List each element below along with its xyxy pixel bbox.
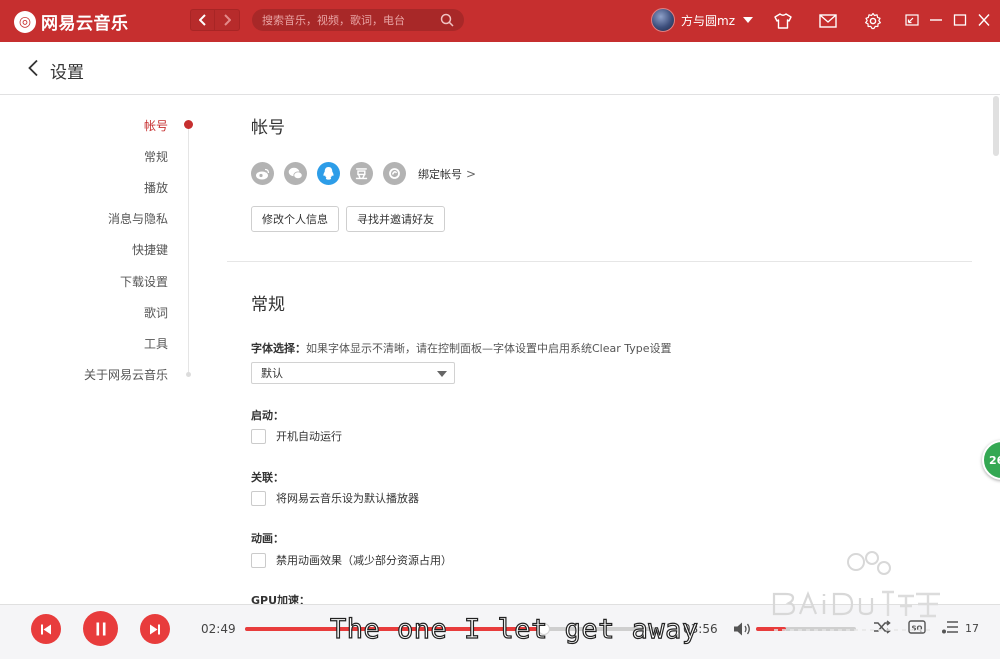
nav-item-download[interactable]: 下载设置 — [120, 273, 168, 290]
user-menu[interactable]: 方与圆mz — [651, 8, 753, 32]
nav-item-about[interactable]: 关于网易云音乐 — [84, 366, 168, 383]
back-arrow-icon[interactable] — [190, 9, 215, 31]
default-player-label[interactable]: 将网易云音乐设为默认播放器 — [276, 490, 419, 506]
pause-icon — [96, 622, 105, 635]
animation-option[interactable]: 禁用动画效果（减少部分资源占用） — [251, 552, 452, 568]
weibo-icon[interactable] — [251, 162, 274, 185]
douban-icon[interactable]: 豆 — [350, 162, 373, 185]
account-section-title: 帐号 — [251, 118, 285, 138]
previous-track-button[interactable] — [31, 614, 61, 644]
avatar[interactable] — [651, 8, 675, 32]
invite-friends-button[interactable]: 寻找并邀请好友 — [346, 206, 445, 232]
edit-profile-button[interactable]: 修改个人信息 — [251, 206, 339, 232]
mail-icon[interactable] — [818, 11, 838, 31]
section-divider — [227, 261, 972, 262]
settings-content: 帐号 常规 播放 消息与隐私 快捷键 下载设置 歌词 工具 关于网易云音乐 帐号… — [0, 96, 1000, 604]
association-option[interactable]: 将网易云音乐设为默认播放器 — [251, 490, 419, 506]
minimize-icon[interactable] — [928, 11, 944, 29]
end-nav-dot — [186, 372, 191, 377]
search-input[interactable] — [262, 13, 440, 27]
baidu-watermark-icon — [764, 548, 944, 642]
bind-accounts-row: 豆 绑定帐号 > — [251, 162, 476, 185]
window-controls — [904, 11, 1000, 29]
nav-item-lyrics[interactable]: 歌词 — [144, 304, 168, 321]
animation-label: 动画： — [251, 532, 284, 545]
disable-animation-checkbox[interactable] — [251, 552, 266, 568]
forward-arrow-icon[interactable] — [215, 9, 240, 31]
nav-divider — [188, 124, 189, 374]
startup-option[interactable]: 开机自动运行 — [251, 428, 342, 444]
yixin-icon[interactable] — [383, 162, 406, 185]
close-icon[interactable] — [976, 11, 992, 29]
skin-icon[interactable] — [773, 11, 793, 31]
gear-icon[interactable] — [863, 11, 883, 31]
title-bar: ◎ 网易云音乐 方与圆mz — [0, 0, 1000, 42]
current-time: 02:49 — [201, 622, 236, 636]
font-label: 字体选择： — [251, 342, 306, 355]
font-select-value: 默认 — [261, 367, 283, 380]
startup-checkbox[interactable] — [251, 428, 266, 444]
nav-item-privacy[interactable]: 消息与隐私 — [108, 210, 168, 227]
search-box — [252, 9, 464, 31]
history-nav — [190, 9, 240, 31]
nav-item-playback[interactable]: 播放 — [144, 179, 168, 196]
username[interactable]: 方与圆mz — [681, 12, 735, 29]
gpu-label: GPU加速： — [251, 594, 311, 604]
chevron-down-icon[interactable] — [743, 17, 753, 23]
account-actions: 修改个人信息 寻找并邀请好友 — [251, 206, 452, 232]
settings-main: 帐号 豆 绑定帐号 > 修改个人信息 寻找并邀请好友 常规 字体选择：如果字体显… — [227, 96, 987, 604]
settings-nav: 帐号 常规 播放 消息与隐私 快捷键 下载设置 歌词 工具 关于网易云音乐 — [0, 96, 200, 604]
nav-item-tools[interactable]: 工具 — [144, 335, 168, 352]
desktop-lyric[interactable]: The one I let get away — [329, 613, 698, 645]
volume-icon[interactable] — [733, 621, 751, 641]
default-player-checkbox[interactable] — [251, 490, 266, 506]
scrollbar[interactable] — [993, 96, 999, 156]
netease-logo-icon: ◎ — [14, 10, 36, 33]
playlist-count[interactable]: 17 — [965, 622, 979, 635]
next-track-button[interactable] — [140, 614, 170, 644]
wechat-icon[interactable] — [284, 162, 307, 185]
startup-label: 启动： — [251, 409, 284, 422]
bind-accounts-link[interactable]: 绑定帐号 — [418, 166, 462, 182]
app-name: 网易云音乐 — [41, 14, 129, 34]
nav-item-general[interactable]: 常规 — [144, 148, 168, 165]
active-nav-dot — [184, 120, 193, 129]
next-icon — [150, 624, 160, 634]
maximize-icon[interactable] — [952, 11, 968, 29]
top-toolbar — [773, 11, 908, 31]
font-setting-label: 字体选择：如果字体显示不清晰，请在控制面板—字体设置中启用系统Clear Typ… — [251, 340, 672, 356]
chevron-left-icon[interactable] — [27, 59, 43, 77]
startup-option-label[interactable]: 开机自动运行 — [276, 428, 342, 444]
chevron-right-icon[interactable]: > — [466, 167, 476, 181]
search-icon[interactable] — [440, 13, 454, 27]
settings-header: 设置 — [0, 42, 1000, 95]
pause-button[interactable] — [83, 611, 118, 646]
previous-icon — [41, 624, 51, 634]
app-logo[interactable]: ◎ 网易云音乐 — [14, 9, 129, 34]
page-title: 设置 — [50, 63, 84, 83]
font-hint: 如果字体显示不清晰，请在控制面板—字体设置中启用系统Clear Type设置 — [306, 342, 672, 355]
nav-item-shortcuts[interactable]: 快捷键 — [132, 241, 168, 258]
qq-icon[interactable] — [317, 162, 340, 185]
font-select[interactable]: 默认 — [251, 362, 455, 384]
general-section-title: 常规 — [251, 295, 285, 315]
nav-item-account[interactable]: 帐号 — [144, 117, 168, 134]
mini-mode-icon[interactable] — [904, 11, 920, 29]
chevron-down-icon — [437, 371, 447, 377]
association-label: 关联： — [251, 471, 284, 484]
disable-animation-label[interactable]: 禁用动画效果（减少部分资源占用） — [276, 552, 452, 568]
